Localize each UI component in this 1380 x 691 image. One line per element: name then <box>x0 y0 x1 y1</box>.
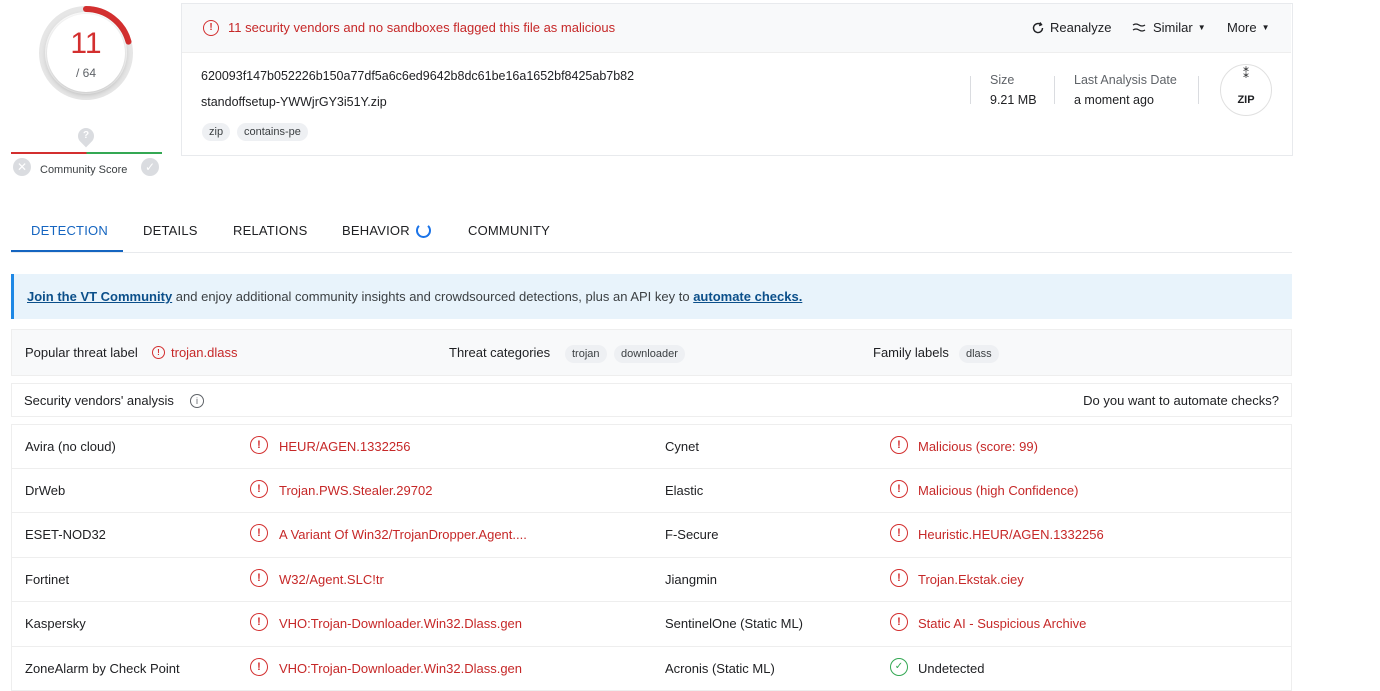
vote-harmless-up-icon[interactable]: ✓ <box>141 158 159 176</box>
table-row: DrWeb! Trojan.PWS.Stealer.29702 Elastic! Ma… <box>11 469 1292 514</box>
threat-categories-label: Threat categories <box>449 345 550 360</box>
tab-relations[interactable]: RELATIONS <box>233 223 308 238</box>
alert-icon: ! <box>250 480 268 498</box>
alert-icon: ! <box>152 346 165 359</box>
table-row: Avira (no cloud)! HEUR/AGEN.1332256 Cynet!… <box>11 424 1292 469</box>
alert-icon: ! <box>890 613 908 631</box>
alert-icon: ! <box>250 569 268 587</box>
alert-message: 11 security vendors and no sandboxes fla… <box>228 20 615 35</box>
reanalyze-label: Reanalyze <box>1050 20 1111 35</box>
vendor-result: Trojan.Ekstak.ciey <box>918 572 1024 587</box>
divider <box>970 76 971 104</box>
vendor-name: Elastic <box>665 483 703 498</box>
alert-icon: ! <box>890 524 908 542</box>
threat-category-chip[interactable]: downloader <box>614 345 685 363</box>
pin-question-mark: ? <box>78 128 94 144</box>
vendor-result: Malicious (score: 99) <box>918 439 1038 454</box>
similar-icon <box>1132 22 1148 34</box>
threat-category-chip[interactable]: trojan <box>565 345 607 363</box>
vendor-result: Undetected <box>918 661 985 676</box>
file-name: standoffsetup-YWWjrGY3i51Y.zip <box>201 95 387 109</box>
divider <box>1198 76 1199 104</box>
file-tag[interactable]: zip <box>202 123 230 141</box>
join-community-link[interactable]: Join the VT Community <box>27 289 172 304</box>
vendor-name: ESET-NOD32 <box>25 527 106 542</box>
vendor-results-table: Avira (no cloud)! HEUR/AGEN.1332256 Cynet!… <box>11 424 1292 691</box>
vendor-name: Avira (no cloud) <box>25 439 116 454</box>
table-row: Kaspersky! VHO:Trojan-Downloader.Win32.Dl… <box>11 602 1292 647</box>
family-label-chip[interactable]: dlass <box>959 345 999 363</box>
table-row: ESET-NOD32! A Variant Of Win32/TrojanDrop… <box>11 513 1292 558</box>
more-dropdown[interactable]: More ▼ <box>1227 20 1270 35</box>
chevron-down-icon: ▼ <box>1262 23 1270 32</box>
tab-community[interactable]: COMMUNITY <box>468 223 550 238</box>
vendor-name: Cynet <box>665 439 699 454</box>
vote-harmless-down-icon[interactable]: ✕ <box>13 158 31 176</box>
vendor-name: ZoneAlarm by Check Point <box>25 661 180 676</box>
alert-icon: ! <box>250 613 268 631</box>
community-score-bar <box>11 152 162 154</box>
automate-prompt[interactable]: Do you want to automate checks? <box>1083 393 1279 408</box>
popular-threat-value[interactable]: trojan.dlass <box>171 345 237 360</box>
tabs-divider <box>11 252 1292 253</box>
vendor-result: VHO:Trojan-Downloader.Win32.Dlass.gen <box>279 661 522 676</box>
community-banner-text: Join the VT Community and enjoy addition… <box>27 289 802 304</box>
vendor-result: A Variant Of Win32/TrojanDropper.Agent..… <box>279 527 527 542</box>
vendor-result: VHO:Trojan-Downloader.Win32.Dlass.gen <box>279 616 522 631</box>
alert-icon: ! <box>890 436 908 454</box>
tab-detection[interactable]: DETECTION <box>31 223 108 238</box>
popular-threat-label: Popular threat label <box>25 345 138 360</box>
vendor-name: Kaspersky <box>25 616 86 631</box>
alert-icon: ! <box>250 436 268 454</box>
family-labels-label: Family labels <box>873 345 949 360</box>
divider <box>1054 76 1055 104</box>
vendor-name: F-Secure <box>665 527 718 542</box>
vendor-total: / 64 <box>47 66 125 80</box>
loading-spinner-icon <box>416 223 431 238</box>
detection-count: 11 <box>47 28 125 60</box>
alert-icon: ! <box>250 658 268 676</box>
zipper-icon: ⁑ <box>1240 68 1252 80</box>
alert-icon: ! <box>203 20 219 36</box>
vendor-name: DrWeb <box>25 483 65 498</box>
chevron-down-icon: ▼ <box>1198 23 1206 32</box>
vendor-result: Heuristic.HEUR/AGEN.1332256 <box>918 527 1104 542</box>
vendors-title: Security vendors' analysis <box>24 393 174 408</box>
file-tag[interactable]: contains-pe <box>237 123 308 141</box>
table-row: ZoneAlarm by Check Point! VHO:Trojan-Down… <box>11 647 1292 691</box>
tab-details[interactable]: DETAILS <box>143 223 198 238</box>
community-score-label: Community Score <box>40 164 127 176</box>
table-row: Fortinet! W32/Agent.SLC!tr Jiangmin! Trojan… <box>11 558 1292 603</box>
more-label: More <box>1227 20 1257 35</box>
last-analysis-label: Last Analysis Date <box>1074 73 1177 87</box>
tab-behavior[interactable]: BEHAVIOR <box>342 223 410 238</box>
alert-icon: ! <box>890 480 908 498</box>
size-value: 9.21 MB <box>990 93 1037 107</box>
vendor-result: HEUR/AGEN.1332256 <box>279 439 411 454</box>
file-type-label: ZIP <box>1220 94 1272 106</box>
alert-icon: ! <box>890 569 908 587</box>
banner-middle-text: and enjoy additional community insights … <box>172 289 693 304</box>
similar-label: Similar <box>1153 20 1193 35</box>
vendor-result: Static AI - Suspicious Archive <box>918 616 1086 631</box>
reanalyze-button[interactable]: Reanalyze <box>1031 20 1111 35</box>
check-circle-icon: ✓ <box>890 658 908 676</box>
vendor-result: W32/Agent.SLC!tr <box>279 572 384 587</box>
file-hash[interactable]: 620093f147b052226b150a77df5a6c6ed9642b8d… <box>201 69 634 83</box>
vendor-name: Fortinet <box>25 572 69 587</box>
refresh-icon <box>1031 21 1045 35</box>
info-icon[interactable]: i <box>190 394 204 408</box>
last-analysis-value: a moment ago <box>1074 93 1154 107</box>
similar-dropdown[interactable]: Similar ▼ <box>1132 20 1206 35</box>
alert-icon: ! <box>250 524 268 542</box>
vendor-name: Acronis (Static ML) <box>665 661 775 676</box>
active-tab-indicator <box>11 250 123 252</box>
size-label: Size <box>990 73 1014 87</box>
vendor-result: Trojan.PWS.Stealer.29702 <box>279 483 432 498</box>
vendor-name: Jiangmin <box>665 572 717 587</box>
automate-checks-link[interactable]: automate checks. <box>693 289 802 304</box>
vendor-name: SentinelOne (Static ML) <box>665 616 803 631</box>
vendor-result: Malicious (high Confidence) <box>918 483 1078 498</box>
